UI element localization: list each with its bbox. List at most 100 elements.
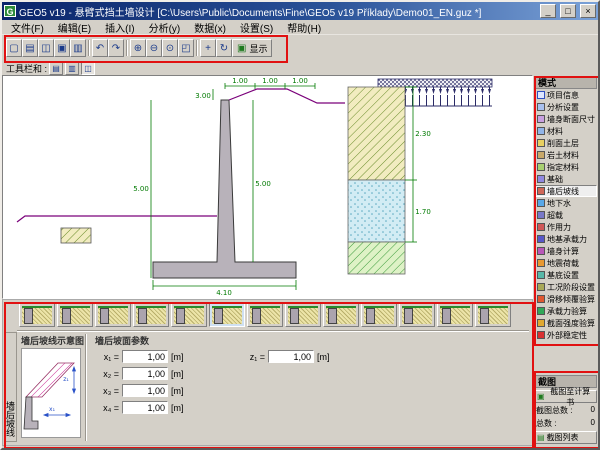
wall-geometry-icon (537, 115, 545, 123)
mode-item-soils[interactable]: 岩土材料 (534, 149, 597, 161)
mode-item-soil-profile[interactable]: 削面土层 (534, 137, 597, 149)
mode-item-analysis-settings[interactable]: 分析设置 (534, 101, 597, 113)
mode-item-base-settings[interactable]: 基底设置 (534, 269, 597, 281)
maximize-button[interactable]: □ (560, 4, 576, 18)
undo-button[interactable]: ↶ (92, 39, 108, 57)
foundation-icon (537, 175, 545, 183)
frames-toggle-icon: ▤ (52, 64, 60, 73)
redo-button[interactable]: ↷ (108, 39, 124, 57)
mode-item-wall-check[interactable]: 墙身计算 (534, 245, 597, 257)
print-button[interactable]: ▣ (54, 39, 70, 57)
table-toggle-button[interactable]: ◫ (81, 62, 95, 75)
z1-field[interactable] (268, 350, 314, 363)
x3-unit: [m] (171, 386, 184, 396)
terrain-shape-template-6[interactable] (209, 303, 245, 327)
x2-unit: [m] (171, 369, 184, 379)
terrain-shape-template-9[interactable] (323, 303, 359, 327)
title-bar: G GEO5 v19 - 悬臂式挡土墙设计 [C:\Users\Public\D… (2, 2, 598, 20)
x3-label: x₃ = (95, 386, 119, 396)
soil-legend-swatch (61, 228, 91, 243)
mode-item-label: 墙身断面尺寸 (547, 114, 595, 125)
mode-item-surcharge[interactable]: 超载 (534, 209, 597, 221)
picture-list-label: 截图列表 (547, 432, 579, 443)
add-picture-button[interactable]: ▣ 截图至计算书 (534, 390, 597, 403)
close-button[interactable]: × (580, 4, 596, 18)
menu-settings[interactable]: 设置(S) (233, 19, 280, 36)
zoom-window-icon: ◰ (181, 43, 190, 54)
x1-field[interactable] (122, 350, 168, 363)
mode-item-external-stability[interactable]: 外部稳定性 (534, 329, 597, 341)
zoom-extents-button[interactable]: ⊙ (162, 39, 178, 57)
terrain-icon (537, 187, 545, 195)
secondary-toolbar-label: 工具栏和 : (6, 62, 47, 75)
bearing-capacity-icon (537, 235, 545, 243)
terrain-shape-template-2[interactable] (57, 303, 93, 327)
refresh-button[interactable]: ↻ (216, 39, 232, 57)
terrain-shape-icon (136, 306, 166, 324)
terrain-shape-template-12[interactable] (437, 303, 473, 327)
mode-item-label: 滑移倾覆验算 (547, 294, 595, 305)
drawing-area[interactable]: 1.00 1.00 1.00 3.00 5.00 5.00 4.10 2.30 … (2, 75, 533, 299)
mode-item-bearing-capacity[interactable]: 地基承载力 (534, 233, 597, 245)
pan-button[interactable]: + (200, 39, 216, 57)
terrain-shape-template-7[interactable] (247, 303, 283, 327)
menu-data[interactable]: 数据(x) (187, 19, 233, 36)
x4-label: x₄ = (95, 403, 119, 413)
terrain-shape-template-8[interactable] (285, 303, 321, 327)
dimension-label: 5.00 (133, 185, 149, 193)
mode-item-label: 地基承载力 (547, 234, 587, 245)
project-info-icon (537, 91, 545, 99)
picture-list-button[interactable]: ▤ 截图列表 (534, 431, 597, 444)
mode-item-assign-material[interactable]: 指定材料 (534, 161, 597, 173)
dimension-label: 5.00 (255, 180, 271, 188)
terrain-shape-template-1[interactable] (19, 303, 55, 327)
menu-help[interactable]: 帮助(H) (280, 19, 328, 36)
zoom-out-button[interactable]: ⊖ (146, 39, 162, 57)
mode-item-project-info[interactable]: 项目信息 (534, 89, 597, 101)
pictures-toggle-button[interactable]: ▥ (65, 62, 79, 75)
section-check-icon (537, 319, 545, 327)
menu-file[interactable]: 文件(F) (4, 19, 51, 36)
x3-field[interactable] (122, 384, 168, 397)
mode-item-bearing-verification[interactable]: 承载力验算 (534, 305, 597, 317)
copy-button[interactable]: ▥ (70, 39, 86, 57)
frames-toggle-button[interactable]: ▤ (49, 62, 63, 75)
mode-item-material[interactable]: 材料 (534, 125, 597, 137)
mode-item-foundation[interactable]: 基础 (534, 173, 597, 185)
mode-item-terrain[interactable]: 墙后坡线 (534, 185, 597, 197)
terrain-shape-template-3[interactable] (95, 303, 131, 327)
mode-item-stage-settings[interactable]: 工况阶段设置 (534, 281, 597, 293)
x2-field[interactable] (122, 367, 168, 380)
mode-item-earthquake[interactable]: 地震荷载 (534, 257, 597, 269)
mode-item-label: 外部稳定性 (547, 330, 587, 341)
frame-tab-terrain[interactable]: 墙后坡线 (4, 332, 17, 442)
display-button[interactable]: ▣ 显示 (232, 39, 272, 57)
mode-item-section-check[interactable]: 截面强度验算 (534, 317, 597, 329)
mode-item-label: 截面强度验算 (547, 318, 595, 329)
terrain-shape-template-13[interactable] (475, 303, 511, 327)
menu-edit[interactable]: 编辑(E) (51, 19, 98, 36)
open-file-button[interactable]: ▤ (22, 39, 38, 57)
menu-analysis[interactable]: 分析(y) (142, 19, 188, 36)
mode-item-water[interactable]: 地下水 (534, 197, 597, 209)
new-file-button[interactable]: ▢ (6, 39, 22, 57)
zoom-window-button[interactable]: ◰ (178, 39, 194, 57)
save-button[interactable]: ◫ (38, 39, 54, 57)
z1-label: z₁ = (241, 352, 265, 362)
menu-insert[interactable]: 插入(I) (98, 19, 141, 36)
pictures-count-value: 0 (591, 405, 595, 416)
terrain-shape-template-10[interactable] (361, 303, 397, 327)
terrain-shape-template-5[interactable] (171, 303, 207, 327)
mode-item-verification[interactable]: 滑移倾覆验算 (534, 293, 597, 305)
minimize-button[interactable]: _ (540, 4, 556, 18)
zoom-in-button[interactable]: ⊕ (130, 39, 146, 57)
mode-item-wall-geometry[interactable]: 墙身断面尺寸 (534, 113, 597, 125)
mode-item-applied-forces[interactable]: 作用力 (534, 221, 597, 233)
terrain-shape-icon (22, 306, 52, 324)
pictures-total-row: 总数 : 0 (534, 418, 597, 429)
verification-icon (537, 295, 545, 303)
x4-field[interactable] (122, 401, 168, 414)
terrain-shape-template-4[interactable] (133, 303, 169, 327)
terrain-frame-panel: 墙后坡线示意图 x₁ (2, 299, 533, 446)
terrain-shape-template-11[interactable] (399, 303, 435, 327)
